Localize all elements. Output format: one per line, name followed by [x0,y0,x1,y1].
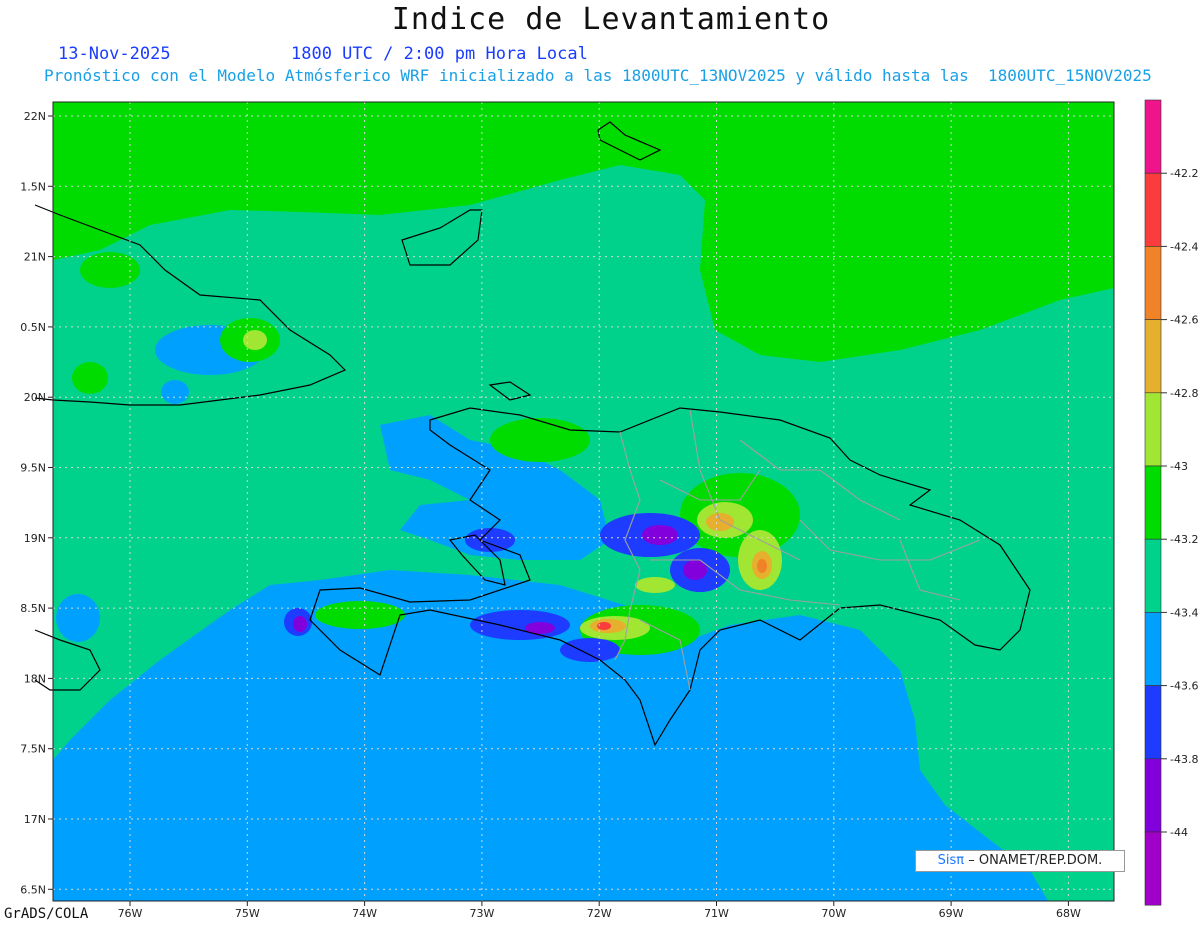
colorbar-swatch [1144,685,1162,760]
lon-label: 71W [704,907,729,920]
field-blue-jamaica [56,594,100,642]
lifted-index-map: 22N 1.5N 21N 0.5N 20N 9.5N 19N 8.5N 18N 7.5N 17N 6.… [20,99,1198,920]
latitude-labels: 22N 1.5N 21N 0.5N 20N 9.5N 19N 8.5N 18N 7.5N 17N 6.… [20,110,53,896]
green-tiburon [315,601,405,629]
colorbar-swatch [1144,612,1162,686]
lon-label: 75W [235,907,260,920]
lat-label: 18N [24,672,46,685]
lat-label: 6.5N [20,883,46,896]
lat-label: 0.5N [20,321,46,334]
lat-label: 9.5N [20,462,46,475]
lon-label: 72W [587,907,612,920]
lat-label: 8.5N [20,602,46,615]
colorbar-label: -43.4 [1170,606,1198,619]
colorbar-swatch [1144,319,1162,394]
colorbar-swatch [1144,172,1162,247]
grads-footer: GrADS/COLA [4,906,89,922]
colorbar-label: -42.4 [1170,240,1198,253]
lon-label: 68W [1056,907,1081,920]
colorbar-swatch [1144,465,1162,540]
map-field [53,102,1114,901]
lime-cell-5 [243,330,267,350]
colorbar-label: -43 [1170,460,1188,473]
blue-cell-4 [560,638,620,662]
colorbar-label: -43.2 [1170,533,1198,546]
blue-cell-3 [470,610,570,640]
credit-box: Sisπ – ONAMET/REP.DOM. [915,850,1125,872]
longitude-labels: 76W 75W 74W 73W 72W 71W 70W 69W 68W [118,901,1081,920]
colorbar-swatch [1144,246,1162,320]
lon-label: 70W [821,907,846,920]
green-cuba-s [72,362,108,394]
lat-label: 1.5N [20,180,46,193]
red-cell-1 [757,559,767,573]
lime-cell-4 [635,577,675,593]
colorbar-label: -42.6 [1170,314,1198,327]
blue-cell-6 [465,528,515,552]
lon-label: 69W [939,907,964,920]
colorbar-swatch [1144,758,1162,833]
lat-label: 19N [24,532,46,545]
lat-label: 21N [24,251,46,264]
purple-cell-1 [642,525,678,545]
colorbar-swatch [1144,99,1162,174]
colorbar: -42.2 -42.4 -42.6 -42.8 -43 -43.2 -43.4 -43.6 -4… [1144,99,1198,906]
colorbar-label: -43.6 [1170,680,1198,693]
purple-cell-3 [293,616,307,632]
colorbar-swatch [1144,538,1162,613]
colorbar-label: -42.8 [1170,387,1198,400]
lat-label: 17N [24,813,46,826]
lon-label: 73W [469,907,494,920]
lat-label: 7.5N [20,743,46,756]
lat-label: 20N [24,391,46,404]
colorbar-label: -42.2 [1170,167,1198,180]
colorbar-label: -44 [1170,826,1188,839]
lon-label: 74W [352,907,377,920]
sis-logo: Sisπ [937,853,965,868]
green-cuba-w [80,252,140,288]
green-north-haiti [490,418,590,462]
colorbar-label: -43.8 [1170,753,1198,766]
credit-text: – ONAMET/REP.DOM. [968,853,1103,868]
field-blue-cuba-2 [161,380,189,404]
colorbar-swatch [1144,392,1162,467]
lat-label: 22N [24,110,46,123]
orange-cell-1 [706,513,734,531]
lon-label: 76W [118,907,143,920]
colorbar-swatch [1144,831,1162,906]
